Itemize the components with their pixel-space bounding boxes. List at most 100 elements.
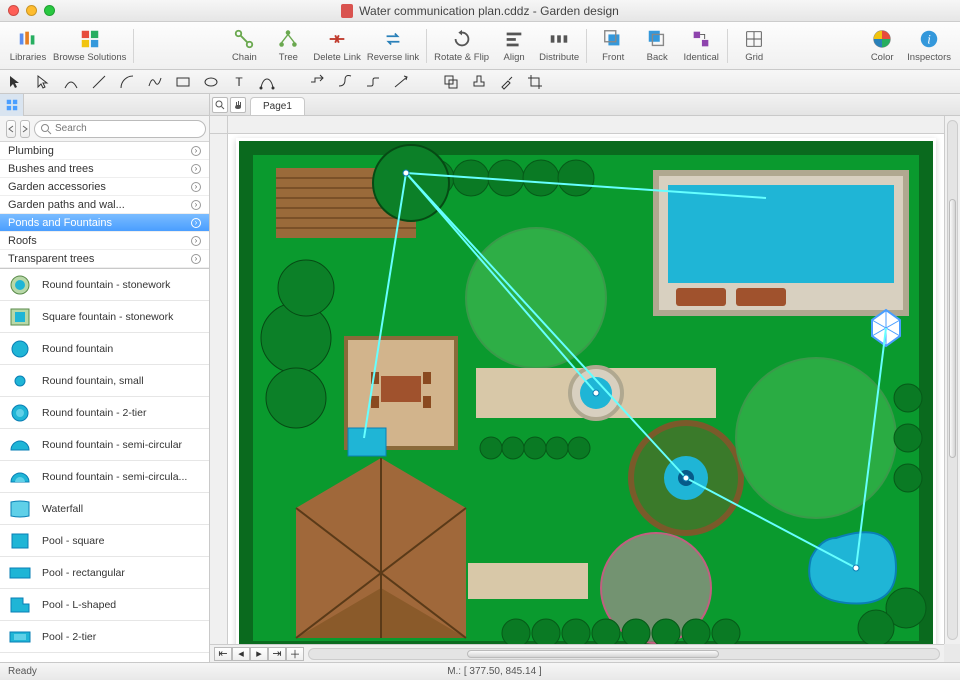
stencil-item[interactable]: Round fountain - semi-circular [0, 429, 209, 461]
separator [426, 29, 427, 63]
identical-button[interactable]: Identical [679, 24, 723, 68]
next-page-button[interactable]: ▸ [250, 647, 268, 661]
vertical-ruler [210, 134, 228, 644]
square-fountain-icon [6, 305, 34, 329]
crop-tool[interactable] [526, 73, 544, 91]
reverse-link-label: Reverse link [367, 52, 419, 63]
first-page-button[interactable]: ⇤ [214, 647, 232, 661]
grid-icon [743, 28, 765, 50]
fountain-stonework-icon [6, 273, 34, 297]
category-plumbing[interactable]: Plumbing› [0, 142, 209, 160]
zoom-window-button[interactable] [44, 5, 55, 16]
curved-connector-tool[interactable] [336, 73, 354, 91]
delete-link-label: Delete Link [313, 52, 361, 63]
tree-button[interactable]: Tree [266, 24, 310, 68]
ruler-corner [210, 116, 228, 134]
page-tab[interactable]: Page1 [250, 97, 305, 115]
category-garden-accessories[interactable]: Garden accessories› [0, 178, 209, 196]
distribute-button[interactable]: Distribute [536, 24, 582, 68]
add-page-button[interactable]: ＋ [286, 647, 304, 661]
scroll-thumb-horizontal[interactable] [467, 650, 719, 658]
info-icon: i [918, 28, 940, 50]
front-label: Front [602, 52, 624, 63]
library-category-list: Plumbing› Bushes and trees› Garden acces… [0, 142, 209, 269]
library-search-input[interactable] [34, 120, 206, 138]
front-button[interactable]: Front [591, 24, 635, 68]
align-button[interactable]: Align [492, 24, 536, 68]
stencil-item[interactable]: Round fountain - stonework [0, 269, 209, 301]
window-controls [8, 5, 55, 16]
canvas-area[interactable] [210, 116, 960, 644]
nav-forward-button[interactable] [20, 120, 30, 138]
fountain-2tier-icon [6, 401, 34, 425]
close-window-button[interactable] [8, 5, 19, 16]
eyedropper-tool[interactable] [498, 73, 516, 91]
stencil-list: Round fountain - stonework Square founta… [0, 269, 209, 662]
chain-icon [233, 28, 255, 50]
stencil-item[interactable]: Round fountain, small [0, 365, 209, 397]
expand-icon: › [191, 236, 201, 246]
category-label: Transparent trees [8, 253, 94, 265]
stencil-item[interactable]: Waterfall [0, 493, 209, 525]
vertical-scrollbar[interactable] [944, 116, 960, 644]
inspectors-button[interactable]: i Inspectors [904, 24, 954, 68]
pointer-tool[interactable] [6, 73, 24, 91]
category-ponds-fountains[interactable]: Ponds and Fountains› [0, 214, 209, 232]
stencil-item[interactable]: Square fountain - stonework [0, 301, 209, 333]
zoom-tool[interactable] [212, 97, 228, 113]
hscroll-track[interactable] [308, 648, 940, 660]
stencil-item[interactable]: Round fountain [0, 333, 209, 365]
reverse-link-button[interactable]: Reverse link [364, 24, 422, 68]
minimize-window-button[interactable] [26, 5, 37, 16]
stencil-item[interactable]: Round fountain - semi-circula... [0, 461, 209, 493]
expand-icon: › [191, 254, 201, 264]
stencil-item[interactable]: Pool - 2-tier [0, 621, 209, 653]
category-garden-paths[interactable]: Garden paths and wal...› [0, 196, 209, 214]
libraries-button[interactable]: Libraries [6, 24, 50, 68]
canvas-wrap: Page1 [210, 94, 960, 662]
document-icon [341, 4, 353, 18]
ellipse-tool[interactable] [202, 73, 220, 91]
connector-tool[interactable] [62, 73, 80, 91]
scroll-thumb-vertical[interactable] [949, 199, 956, 458]
identical-label: Identical [684, 52, 719, 63]
arc-tool[interactable] [118, 73, 136, 91]
clone-tool[interactable] [442, 73, 460, 91]
category-label: Bushes and trees [8, 163, 94, 175]
color-button[interactable]: Color [860, 24, 904, 68]
direct-connector-tool[interactable] [392, 73, 410, 91]
direct-select-tool[interactable] [34, 73, 52, 91]
stencil-item[interactable]: Pool - rectangular [0, 557, 209, 589]
bezier-tool[interactable] [258, 73, 276, 91]
chain-button[interactable]: Chain [222, 24, 266, 68]
stencil-item[interactable]: Round fountain - 2-tier [0, 397, 209, 429]
hand-tool[interactable] [230, 97, 246, 113]
category-transparent-trees[interactable]: Transparent trees › [0, 250, 209, 268]
pool-square-icon [6, 529, 34, 553]
category-roofs[interactable]: Roofs› [0, 232, 209, 250]
library-tab[interactable] [0, 94, 24, 116]
stencil-item[interactable]: Pool - L-shaped [0, 589, 209, 621]
back-button[interactable]: Back [635, 24, 679, 68]
grid-button[interactable]: Grid [732, 24, 776, 68]
nav-back-button[interactable] [6, 120, 16, 138]
smart-connector-tool[interactable] [308, 73, 326, 91]
line-tool[interactable] [90, 73, 108, 91]
prev-page-button[interactable]: ◂ [232, 647, 250, 661]
text-tool[interactable]: T [230, 73, 248, 91]
last-page-button[interactable]: ⇥ [268, 647, 286, 661]
delete-link-button[interactable]: Delete Link [310, 24, 364, 68]
browse-solutions-button[interactable]: Browse Solutions [50, 24, 129, 68]
grid-label: Grid [745, 52, 763, 63]
rectangle-tool[interactable] [174, 73, 192, 91]
separator [133, 29, 134, 63]
drawing-page[interactable] [236, 138, 936, 644]
category-bushes-trees[interactable]: Bushes and trees› [0, 160, 209, 178]
stencil-label: Pool - 2-tier [42, 631, 96, 643]
sidebar-tabs [0, 94, 209, 116]
rotate-flip-button[interactable]: Rotate & Flip [431, 24, 492, 68]
round-connector-tool[interactable] [364, 73, 382, 91]
spline-tool[interactable] [146, 73, 164, 91]
stencil-item[interactable]: Pool - square [0, 525, 209, 557]
stamp-tool[interactable] [470, 73, 488, 91]
